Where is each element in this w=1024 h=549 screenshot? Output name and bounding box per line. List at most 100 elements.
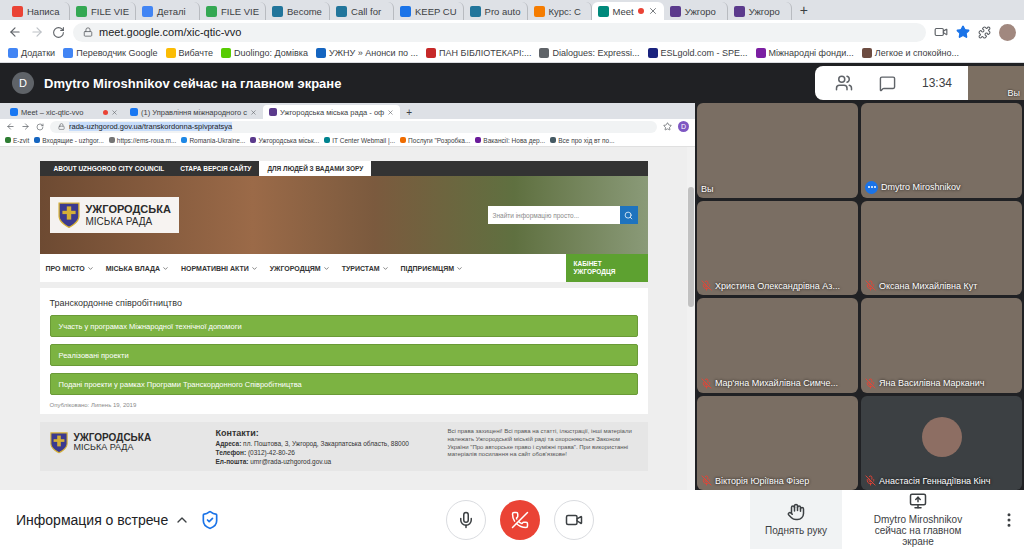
- bookmark[interactable]: Dialogues: Expressi...: [539, 48, 639, 58]
- camera-icon[interactable]: [934, 25, 948, 39]
- hang-up-button[interactable]: [500, 500, 540, 540]
- search-icon: [624, 211, 633, 220]
- browser-tab[interactable]: Курс: C: [528, 2, 592, 20]
- participant-tile[interactable]: Христина Олександрівна Аз...: [697, 201, 858, 296]
- bookmark[interactable]: Вибачте: [166, 48, 214, 58]
- speaking-indicator-icon: [865, 181, 878, 194]
- chat-icon[interactable]: [879, 75, 896, 92]
- bookmark[interactable]: Duolingo: Домівка: [221, 48, 308, 58]
- chevron-up-icon: [174, 512, 190, 528]
- top-right-tools: 13:34Вы: [815, 66, 1024, 100]
- scrollbar: [687, 147, 695, 490]
- tab-label: Написа: [27, 6, 60, 17]
- bookmark: https://ems-roua.m...: [109, 137, 177, 144]
- bookmark: Вакансії: Нова дер...: [475, 137, 545, 144]
- mic-button[interactable]: [446, 500, 486, 540]
- participant-name: Оксана Михайлівна Кут: [865, 280, 1018, 291]
- browser-tab[interactable]: Деталі: [136, 2, 200, 20]
- presentation-button[interactable]: Dmytro Miroshnikov сейчас на главном экр…: [852, 490, 984, 549]
- participant-tile[interactable]: Яна Василівна Марканич: [861, 298, 1022, 393]
- coat-of-arms-icon: [58, 202, 80, 228]
- browser-tab[interactable]: Meet: [592, 2, 664, 20]
- participant-tile[interactable]: Мар'яна Михайлівна Симче...: [697, 298, 858, 393]
- bookmark-star-icon[interactable]: [956, 25, 970, 39]
- section-link-button: Реалізовані проекти: [50, 344, 638, 366]
- bookmark[interactable]: УЖНУ » Анонси по ...: [316, 48, 418, 58]
- logo-text: УЖГОРОДСЬКАМІСЬКА РАДА: [74, 432, 152, 453]
- published-date: Опубліковано: Липень 19, 2019: [50, 402, 638, 408]
- self-view-thumbnail[interactable]: Вы: [968, 66, 1024, 100]
- chevron-down-icon: [251, 265, 258, 272]
- bookmark[interactable]: ПАН БІБЛІОТЕКАРІ:...: [426, 48, 531, 58]
- browser-tab[interactable]: Ужгоро: [664, 2, 728, 20]
- bookmark-label: Duolingo: Домівка: [234, 48, 308, 58]
- presenter-avatar: D: [12, 72, 34, 94]
- bookmark-label: Переводчик Google: [76, 48, 157, 58]
- bookmark[interactable]: ESLgold.com - SPE...: [648, 48, 748, 58]
- participant-name: Мар'яна Михайлівна Симче...: [701, 378, 854, 389]
- content-card: Транскордонне співробітництвоУчасть у пр…: [40, 288, 648, 414]
- url-text: meet.google.com/xic-qtic-vvo: [99, 26, 241, 38]
- bookmark: Ужгородська міськ...: [250, 137, 319, 144]
- site-banner: УЖГОРОДСЬКАМІСЬКА РАДАЗнайти інформацію …: [40, 176, 648, 254]
- shared-url-field: rada-uzhgorod.gov.ua/transkordonna-spivp…: [50, 121, 657, 133]
- browser-tab[interactable]: Call for: [330, 2, 394, 20]
- favicon-icon: [206, 6, 217, 17]
- back-arrow-icon[interactable]: [8, 25, 22, 39]
- shared-address-bar: rada-uzhgorod.gov.ua/transkordonna-spivp…: [0, 119, 695, 134]
- favicon-icon: [598, 6, 609, 17]
- bookmark[interactable]: Легкое и спокойно...: [862, 48, 959, 58]
- browser-tab[interactable]: FILE VIE: [70, 2, 136, 20]
- logo-line: УЖГОРОДСЬКА: [86, 203, 171, 215]
- contact-line: Адреса: пл. Поштова, 3, Ужгород, Закарпа…: [216, 440, 432, 447]
- participant-tile[interactable]: Анастасія Геннадіївна Кінч: [861, 396, 1022, 491]
- site-top-link: ДЛЯ ЛЮДЕЙ З ВАДАМИ ЗОРУ: [259, 161, 371, 176]
- tab-label: KEEP CU: [415, 6, 457, 17]
- close-icon[interactable]: [648, 6, 658, 16]
- browser-tab[interactable]: Pro auto: [464, 2, 528, 20]
- participant-tile[interactable]: Оксана Михайлівна Кут: [861, 201, 1022, 296]
- website-area: ABOUT UZHGOROD CITY COUNCILСТАРА ВЕРСІЯ …: [0, 147, 695, 490]
- forward-arrow-icon[interactable]: [30, 25, 44, 39]
- url-field[interactable]: meet.google.com/xic-qtic-vvo: [73, 23, 926, 42]
- nav-item: МІСЬКА ВЛАДА: [106, 265, 169, 272]
- tab-label: Meet – xic-qtic-vvo: [21, 108, 100, 117]
- new-tab-button[interactable]: +: [792, 2, 816, 20]
- mic-icon: [457, 511, 475, 529]
- cabinet-button: КАБІНЕТ УЖГОРОДЦЯ: [566, 254, 648, 282]
- contacts-title: Контакти:: [216, 428, 432, 438]
- forward-arrow-icon: [21, 122, 30, 131]
- reload-icon[interactable]: [52, 26, 65, 39]
- participant-tile[interactable]: Dmytro Miroshnikov: [861, 103, 1022, 198]
- tab-label: FILE VIE: [221, 6, 259, 17]
- bookmark-label: Ужгородська міськ...: [258, 137, 319, 144]
- controls-left: Информация о встрече: [16, 490, 446, 549]
- meeting-info-button[interactable]: Информация о встрече: [16, 512, 190, 528]
- browser-tab[interactable]: FILE VIE: [200, 2, 266, 20]
- browser-tab[interactable]: Ужгоро: [728, 2, 792, 20]
- participant-tile[interactable]: Вы: [697, 103, 858, 198]
- extensions-icon[interactable]: [978, 26, 991, 39]
- participant-tile[interactable]: Вікторія Юріївна Фізер: [697, 396, 858, 491]
- browser-tab[interactable]: KEEP CU: [394, 2, 464, 20]
- raise-hand-button[interactable]: Поднять руку: [750, 490, 842, 549]
- browser-tab[interactable]: Написа: [6, 2, 70, 20]
- camera-button[interactable]: [554, 500, 594, 540]
- bookmark[interactable]: Додатки: [8, 48, 55, 58]
- website-viewport: ABOUT UZHGOROD CITY COUNCILСТАРА ВЕРСІЯ …: [0, 147, 687, 490]
- site-top-link: ABOUT UZHGOROD CITY COUNCIL: [46, 161, 173, 176]
- bookmark: Послуги "Розробка...: [400, 137, 470, 144]
- nav-item: НОРМАТИВНІ АКТИ: [181, 265, 258, 272]
- favicon-icon: [142, 6, 153, 17]
- tab-label: Call for: [351, 6, 381, 17]
- bookmark-label: УЖНУ » Анонси по ...: [329, 48, 418, 58]
- reload-icon: [36, 123, 44, 131]
- people-icon[interactable]: [835, 74, 853, 92]
- browser-tab[interactable]: Become: [266, 2, 330, 20]
- profile-avatar[interactable]: [999, 24, 1016, 41]
- bookmark[interactable]: Переводчик Google: [63, 48, 157, 58]
- shield-icon[interactable]: [200, 510, 220, 530]
- screen: НаписаFILE VIEДеталіFILE VIEBecomeCall f…: [0, 0, 1024, 549]
- bookmark[interactable]: Міжнародні фонди...: [756, 48, 854, 58]
- more-options-button[interactable]: [994, 511, 1024, 529]
